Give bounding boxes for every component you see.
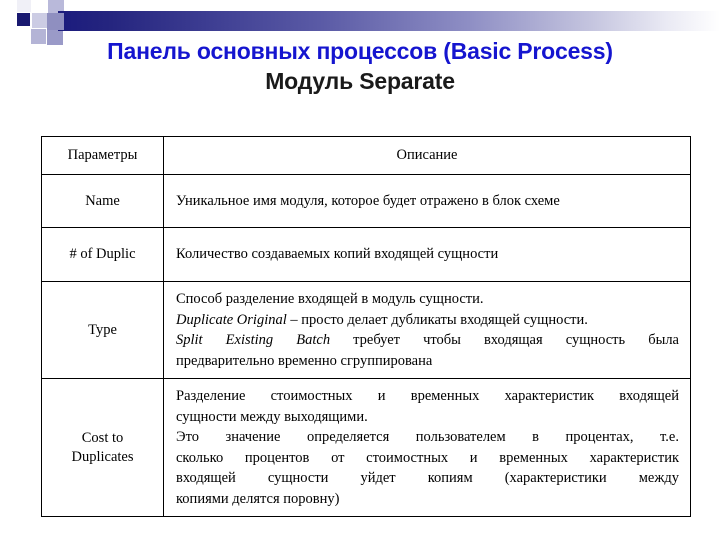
slide-title: Панель основных процессов (Basic Process… <box>0 36 720 96</box>
column-header-parameter: Параметры <box>41 136 164 175</box>
term-split-existing-batch: Split Existing Batch <box>176 332 331 348</box>
parameter-name-line: Duplicates <box>71 448 134 465</box>
description-line: Это значение определяется пользователем … <box>176 429 679 445</box>
description-line-text: – просто делает дубликаты входящей сущно… <box>286 311 588 328</box>
description-line: Уникальное имя модуля, которое будет отр… <box>176 192 560 209</box>
description-cell: Разделение стоимостных и временных харак… <box>163 378 691 517</box>
decor-square-pale-top <box>17 0 31 12</box>
decor-square-periwinkle-overlap <box>47 13 64 30</box>
parameter-name-cell: Type <box>41 281 164 379</box>
parameter-name-cell: Name <box>41 174 164 228</box>
parameter-name-cell: # of Duplic <box>41 227 164 282</box>
column-header-description: Описание <box>163 136 691 175</box>
table-row: # of Duplic Количество создаваемых копий… <box>41 227 691 282</box>
description-line: сколько процентов от стоимостных и време… <box>176 449 679 466</box>
table-row: Type Способ разделение входящей в модуль… <box>41 281 691 379</box>
parameter-name-cell: Cost to Duplicates <box>41 378 164 517</box>
description-cell: Количество создаваемых копий входящей су… <box>163 227 691 282</box>
description-line: Способ разделение входящей в модуль сущн… <box>176 291 484 307</box>
description-line: предварительно временно сгруппирована <box>176 352 433 369</box>
table-row: Cost to Duplicates Разделение стоимостны… <box>41 378 691 517</box>
description-line: Разделение стоимостных и временных харак… <box>176 388 679 404</box>
decor-square-light-left <box>32 13 47 28</box>
description-line: Split Existing Batch требует чтобы входя… <box>176 330 679 351</box>
parameter-name-line: Cost to <box>81 429 124 446</box>
table-row: Name Уникальное имя модуля, которое буде… <box>41 174 691 228</box>
description-line: копиями делятся поровну) <box>176 490 340 507</box>
description-line: Duplicate Original – просто делает дубли… <box>176 310 679 331</box>
description-line-text: требует чтобы входящая сущность была <box>330 332 679 348</box>
parameters-table: Параметры Описание Name Уникальное имя м… <box>41 136 691 517</box>
description-line: Количество создаваемых копий входящей су… <box>176 246 499 263</box>
description-line: сущности между выходящими. <box>176 408 368 425</box>
page-title-primary: Панель основных процессов (Basic Process… <box>107 38 613 64</box>
description-cell: Уникальное имя модуля, которое будет отр… <box>163 174 691 228</box>
description-cell: Способ разделение входящей в модуль сущн… <box>163 281 691 379</box>
description-line: входящей сущности уйдет копиям (характер… <box>176 470 679 486</box>
table-header-row: Параметры Описание <box>41 136 691 175</box>
decor-square-navy-accent <box>17 13 30 26</box>
term-duplicate-original: Duplicate Original <box>176 311 287 328</box>
page-title-secondary: Модуль Separate <box>265 68 455 94</box>
banner-gradient-bar <box>58 11 720 31</box>
